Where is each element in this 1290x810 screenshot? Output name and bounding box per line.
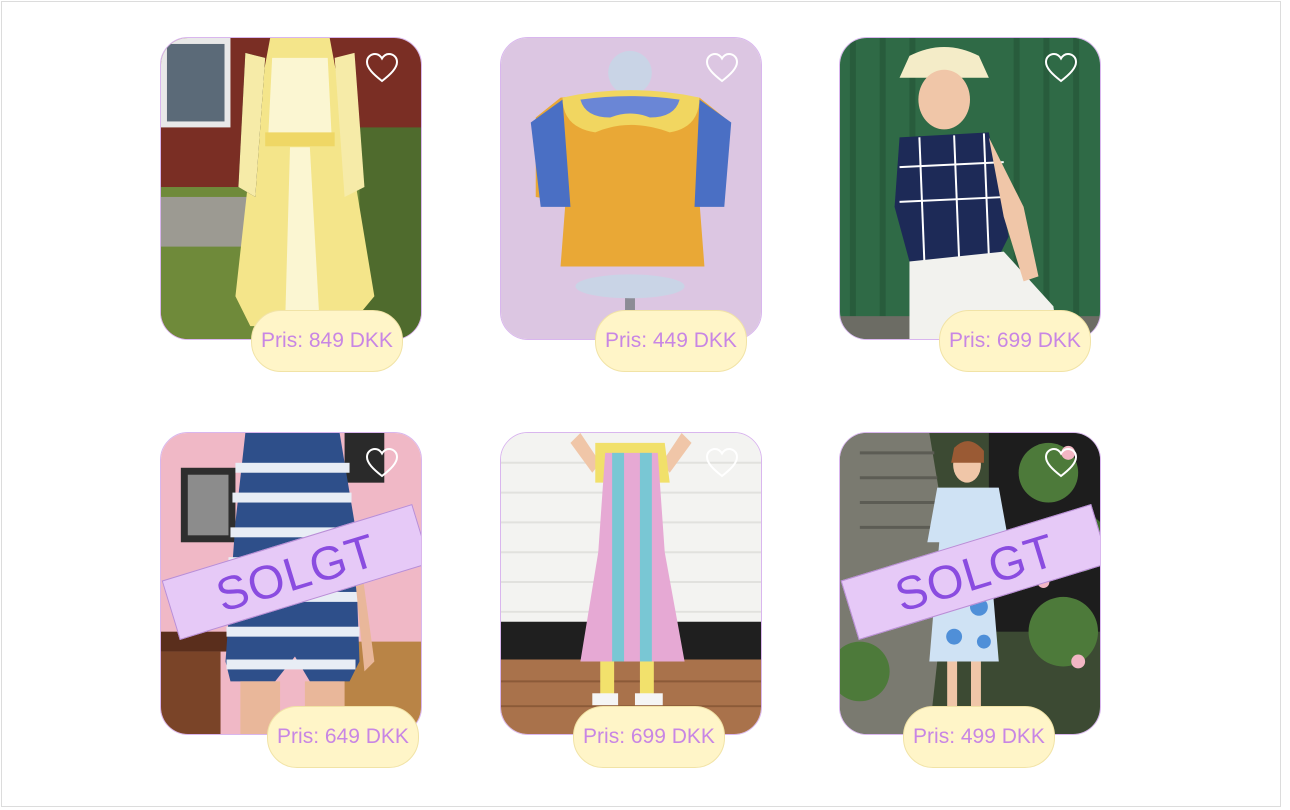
price-tag: Pris: 849 DKK	[251, 310, 403, 372]
product-card[interactable]: SOLGT	[160, 432, 422, 735]
favorite-heart-icon[interactable]	[365, 447, 399, 479]
price-tag: Pris: 649 DKK	[267, 706, 419, 768]
product-grid: Pris: 849 DKK Pris: 449 DKK Pris: 699 DK…	[0, 0, 1290, 810]
price-tag: Pris: 499 DKK	[903, 706, 1055, 768]
favorite-heart-icon[interactable]	[705, 52, 739, 84]
favorite-heart-icon[interactable]	[365, 52, 399, 84]
price-tag: Pris: 699 DKK	[939, 310, 1091, 372]
product-card[interactable]: SOLGT	[839, 432, 1101, 735]
product-card[interactable]	[500, 432, 762, 735]
price-tag: Pris: 449 DKK	[595, 310, 747, 372]
price-tag: Pris: 699 DKK	[573, 706, 725, 768]
favorite-heart-icon[interactable]	[1044, 447, 1078, 479]
product-card[interactable]	[500, 37, 762, 340]
product-card[interactable]	[160, 37, 422, 340]
favorite-heart-icon[interactable]	[1044, 52, 1078, 84]
favorite-heart-icon[interactable]	[705, 447, 739, 479]
product-card[interactable]	[839, 37, 1101, 340]
